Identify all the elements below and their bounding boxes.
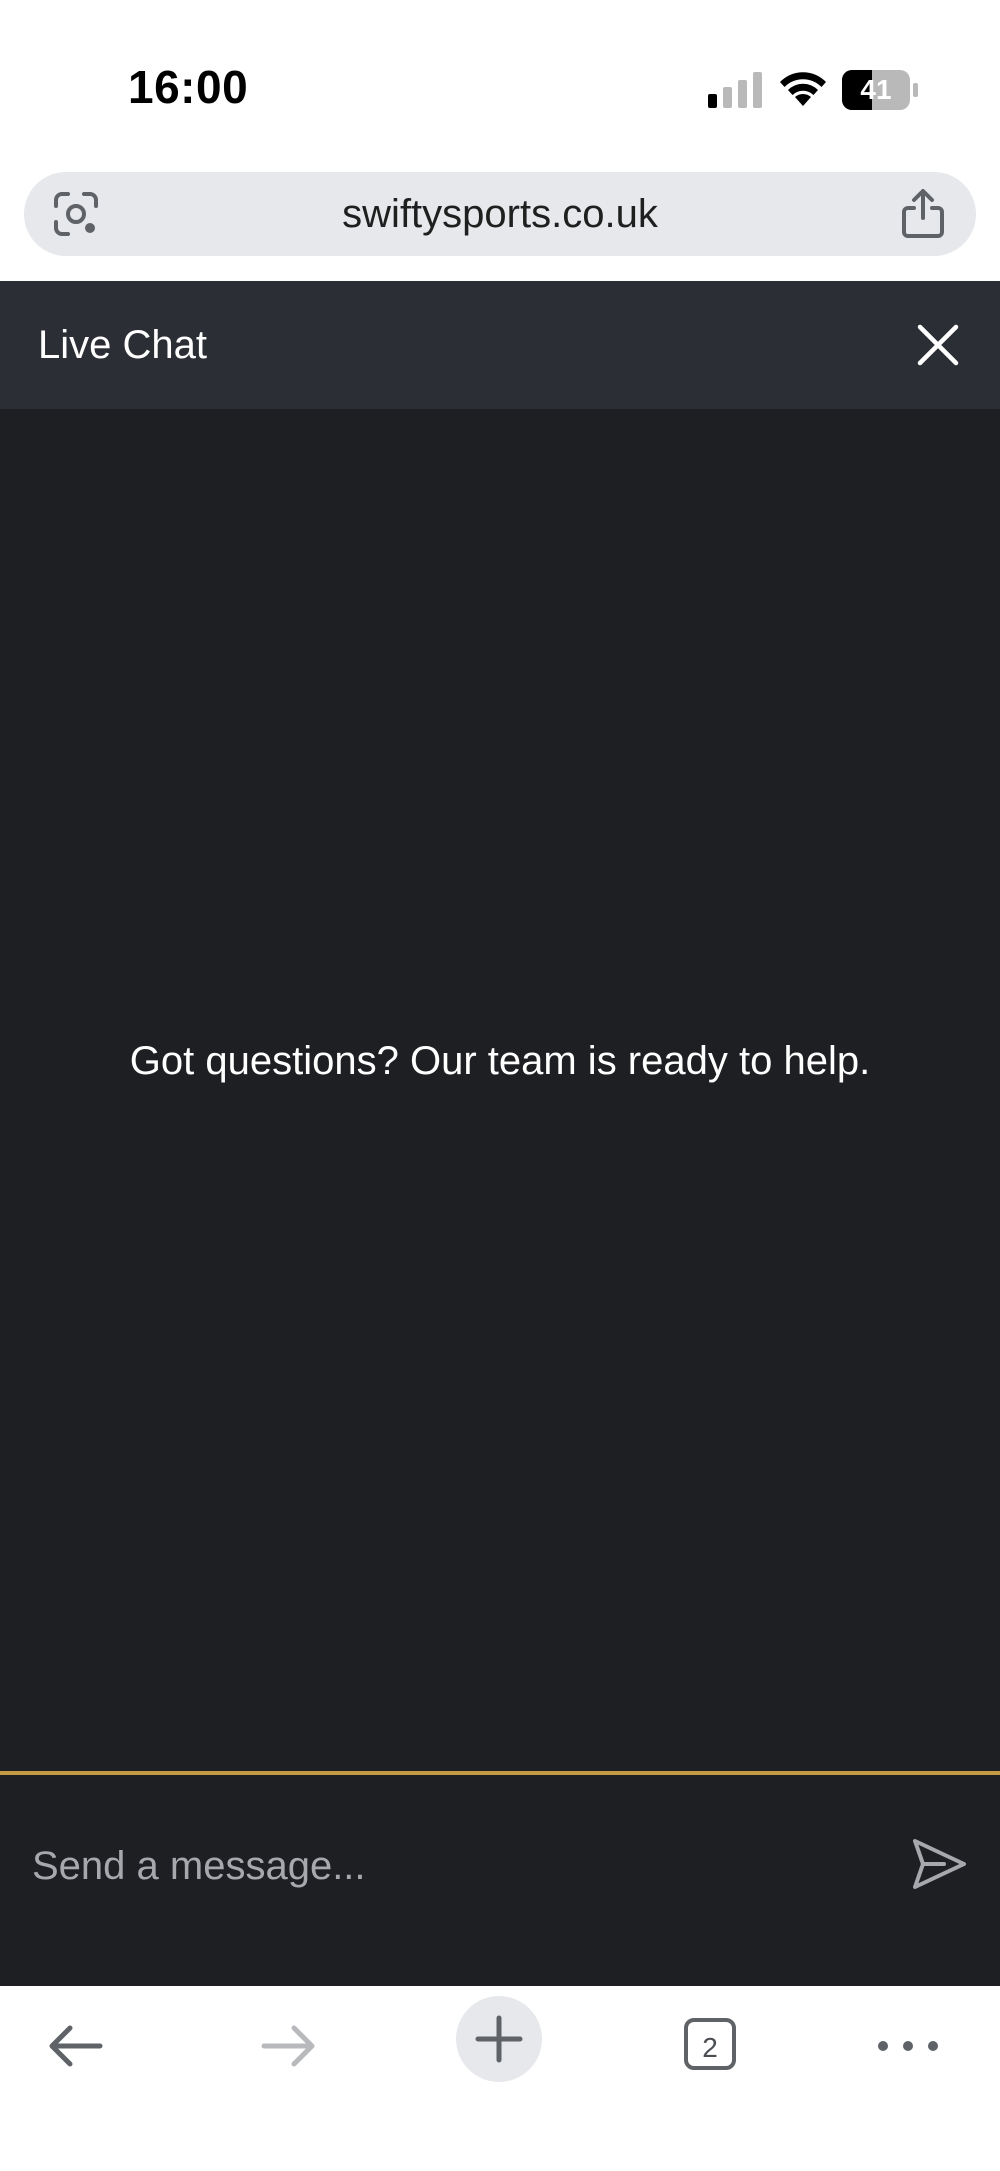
message-input[interactable] <box>32 1821 852 1911</box>
more-dots-icon[interactable] <box>866 2004 950 2088</box>
cellular-signal-icon <box>708 72 762 108</box>
google-lens-icon[interactable] <box>52 190 100 238</box>
chat-title: Live Chat <box>38 323 207 367</box>
share-icon[interactable] <box>900 188 946 238</box>
plus-icon <box>475 2015 523 2063</box>
tab-count: 2 <box>684 2018 736 2070</box>
chat-messages-area: Got questions? Our team is ready to help… <box>0 409 1000 1771</box>
status-time: 16:00 <box>128 61 249 113</box>
status-bar: 16:00 41 <box>0 0 1000 160</box>
phone-screen: 16:00 41 swiftysports.co.uk Live Chat Go… <box>0 0 1000 2171</box>
wifi-icon <box>780 72 826 106</box>
chat-header: Live Chat <box>0 281 1000 409</box>
address-bar[interactable]: swiftysports.co.uk <box>24 172 976 256</box>
browser-toolbar: 2 <box>0 1986 1000 2171</box>
url-text[interactable]: swiftysports.co.uk <box>24 172 976 256</box>
tab-switcher-button[interactable]: 2 <box>668 2004 752 2088</box>
message-composer <box>0 1771 1000 1986</box>
battery-indicator: 41 <box>842 70 918 110</box>
battery-level: 41 <box>860 74 892 105</box>
close-icon[interactable] <box>914 321 962 369</box>
forward-arrow-icon[interactable] <box>246 2004 330 2088</box>
chat-empty-message: Got questions? Our team is ready to help… <box>129 1039 871 1083</box>
new-tab-button[interactable] <box>456 1996 542 2082</box>
send-icon[interactable] <box>910 1835 968 1893</box>
back-arrow-icon[interactable] <box>34 2004 118 2088</box>
